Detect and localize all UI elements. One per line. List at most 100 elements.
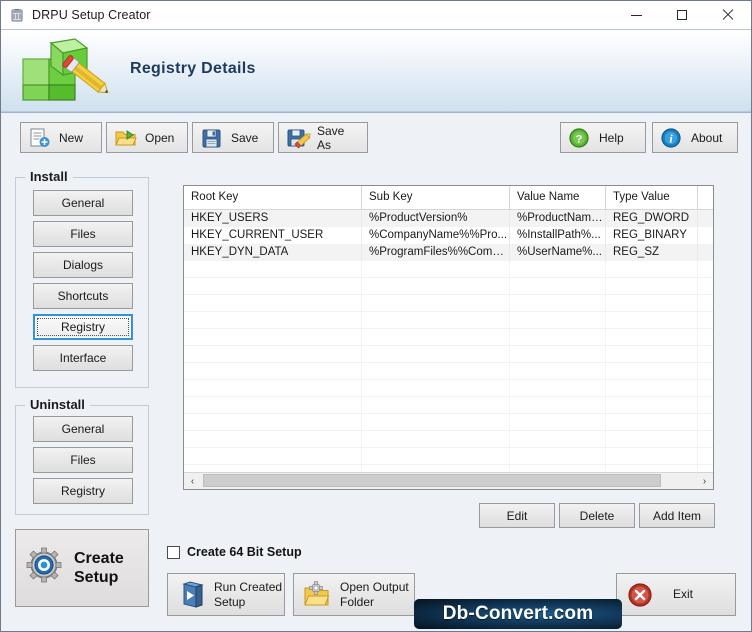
sidebar-item-label: Shortcuts <box>57 289 109 303</box>
cell-empty <box>362 448 510 464</box>
table-row-empty[interactable] <box>184 380 713 397</box>
registry-table[interactable]: Root Key Sub Key Value Name Type Value H… <box>183 185 714 490</box>
new-button-label: New <box>59 130 84 145</box>
checkbox-box[interactable] <box>167 545 180 559</box>
table-row-empty[interactable] <box>184 414 713 431</box>
sidebar-item-install-interface[interactable]: Interface <box>33 345 133 371</box>
delete-button[interactable]: Delete <box>559 503 635 528</box>
sidebar-item-install-dialogs[interactable]: Dialogs <box>33 252 133 278</box>
cell-empty <box>362 329 510 345</box>
run-created-setup-label: Run Created Setup <box>214 580 282 610</box>
edit-button[interactable]: Edit <box>479 503 555 528</box>
sidebar-item-install-shortcuts[interactable]: Shortcuts <box>33 283 133 309</box>
cell-empty <box>184 261 362 277</box>
cell-empty <box>606 346 698 362</box>
watermark-badge: Db-Convert.com <box>414 599 622 629</box>
column-header-sub-key[interactable]: Sub Key <box>362 186 510 209</box>
sidebar-item-label: Registry <box>60 484 105 498</box>
table-row-empty[interactable] <box>184 346 713 363</box>
minimize-button[interactable] <box>613 1 659 29</box>
table-row-empty[interactable] <box>184 312 713 329</box>
sidebar-item-install-registry[interactable]: Registry <box>33 314 133 340</box>
floppy-disk-pencil-icon <box>285 127 311 149</box>
cell-extra <box>698 244 713 261</box>
open-button[interactable]: Open <box>106 122 188 153</box>
cell-empty <box>606 278 698 294</box>
scrollbar-track[interactable] <box>201 473 696 489</box>
save-as-button[interactable]: Save As <box>278 122 368 153</box>
table-header-row: Root Key Sub Key Value Name Type Value <box>184 186 713 210</box>
cell-root-key: HKEY_DYN_DATA <box>184 244 362 261</box>
sidebar-item-uninstall-registry[interactable]: Registry <box>33 478 133 504</box>
cell-empty <box>698 363 713 379</box>
scroll-left-icon[interactable]: ‹ <box>184 473 201 489</box>
scroll-right-icon[interactable]: › <box>696 473 713 489</box>
create-64bit-checkbox[interactable]: Create 64 Bit Setup <box>167 545 302 559</box>
scrollbar-thumb[interactable] <box>203 474 661 487</box>
table-row[interactable]: HKEY_USERS %ProductVersion% %ProductName… <box>184 210 713 227</box>
cell-extra <box>698 227 713 244</box>
run-setup-line2: Setup <box>214 594 246 609</box>
run-setup-line1: Run Created <box>214 579 283 594</box>
column-header-extra[interactable] <box>698 186 713 209</box>
cell-empty <box>184 414 362 430</box>
cell-empty <box>362 414 510 430</box>
open-output-folder-button[interactable]: Open Output Folder <box>293 573 415 616</box>
create-setup-line2: Setup <box>74 569 119 586</box>
close-button[interactable] <box>705 1 751 29</box>
output-folder-line1: Open Output <box>340 579 409 594</box>
table-horizontal-scrollbar[interactable]: ‹ › <box>184 472 713 489</box>
cell-empty <box>606 448 698 464</box>
cell-empty <box>362 363 510 379</box>
table-row-empty[interactable] <box>184 431 713 448</box>
cell-value-name: %ProductName% <box>510 210 606 227</box>
table-row-empty[interactable] <box>184 278 713 295</box>
table-row-empty[interactable] <box>184 261 713 278</box>
cell-empty <box>698 329 713 345</box>
maximize-button[interactable] <box>659 1 705 29</box>
table-row[interactable]: HKEY_DYN_DATA %ProgramFiles%%Comm... %Us… <box>184 244 713 261</box>
save-as-button-label: Save As <box>317 123 345 152</box>
cell-empty <box>698 397 713 413</box>
cell-empty <box>510 397 606 413</box>
table-row-empty[interactable] <box>184 397 713 414</box>
table-row[interactable]: HKEY_CURRENT_USER %CompanyName%%Pro... %… <box>184 227 713 244</box>
close-icon <box>722 9 734 21</box>
cell-empty <box>184 380 362 396</box>
column-header-type-value[interactable]: Type Value <box>606 186 698 209</box>
help-button[interactable]: ? Help <box>560 122 646 153</box>
svg-text:?: ? <box>576 133 583 145</box>
window-title: DRPU Setup Creator <box>32 8 151 22</box>
sidebar-item-uninstall-general[interactable]: General <box>33 416 133 442</box>
column-header-root-key[interactable]: Root Key <box>184 186 362 209</box>
cell-empty <box>510 329 606 345</box>
cell-empty <box>510 312 606 328</box>
install-group: Install General Files Dialogs Shortcuts … <box>15 169 149 388</box>
sidebar-item-install-general[interactable]: General <box>33 190 133 216</box>
open-button-label: Open <box>145 130 175 145</box>
sidebar-item-install-files[interactable]: Files <box>33 221 133 247</box>
edit-button-label: Edit <box>506 508 528 523</box>
table-row-empty[interactable] <box>184 295 713 312</box>
output-folder-line2: Folder <box>340 594 375 609</box>
column-header-value-name[interactable]: Value Name <box>510 186 606 209</box>
new-button[interactable]: New <box>20 122 102 153</box>
save-button-label: Save <box>231 130 259 145</box>
cell-empty <box>510 448 606 464</box>
cell-empty <box>184 295 362 311</box>
table-row-empty[interactable] <box>184 329 713 346</box>
exit-button[interactable]: Exit <box>616 573 736 616</box>
cell-type-value: REG_SZ <box>606 244 698 261</box>
run-created-setup-button[interactable]: Run Created Setup <box>167 573 285 616</box>
sidebar-item-uninstall-files[interactable]: Files <box>33 447 133 473</box>
table-row-empty[interactable] <box>184 448 713 465</box>
cell-empty <box>184 448 362 464</box>
cell-empty <box>184 312 362 328</box>
maximize-icon <box>677 10 687 20</box>
add-item-button[interactable]: Add Item <box>639 503 715 528</box>
create-setup-button[interactable]: Create Setup <box>15 529 149 607</box>
about-button[interactable]: i About <box>652 122 738 153</box>
cell-empty <box>510 380 606 396</box>
table-row-empty[interactable] <box>184 363 713 380</box>
save-button[interactable]: Save <box>192 122 274 153</box>
